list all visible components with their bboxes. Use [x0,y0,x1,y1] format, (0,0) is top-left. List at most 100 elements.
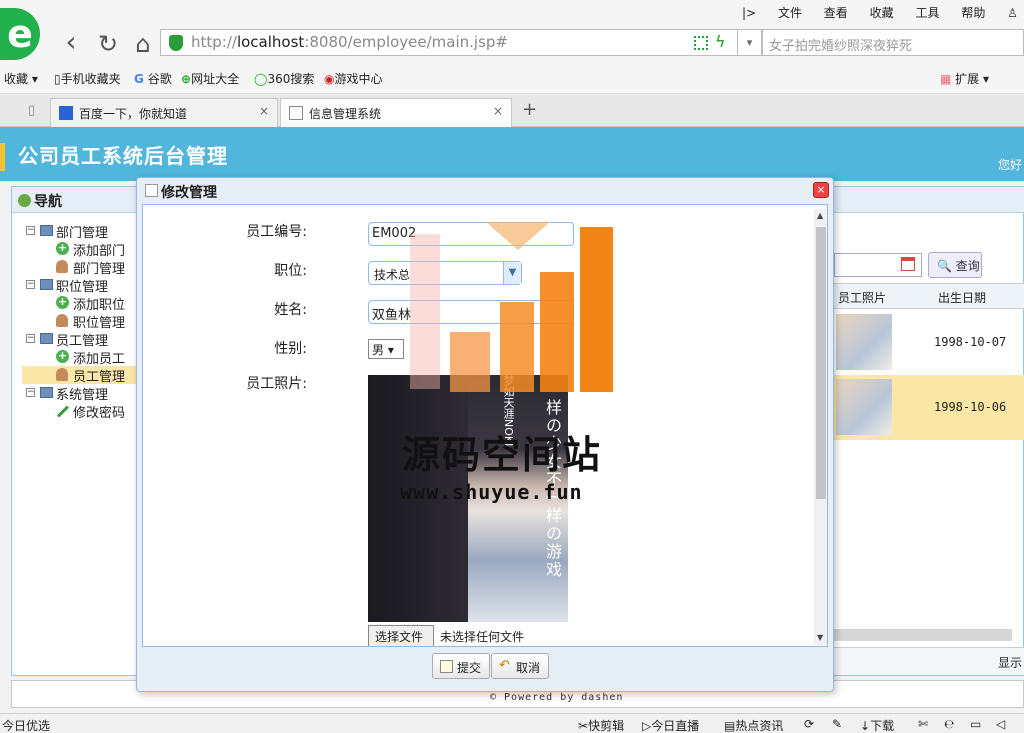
emp-no-label: 员工编号: [246,224,307,240]
bookmark-sites[interactable]: ⊕网址大全 [181,70,239,87]
refresh-icon[interactable]: ↻ [93,30,123,58]
bookmark-favorites[interactable]: 收藏 ▾ [4,70,38,87]
search-input[interactable]: 女子拍完婚纱照深夜猝死 [762,29,1024,56]
menu-favorites[interactable]: 收藏 [870,6,894,20]
status-quick-edit[interactable]: ✂快剪辑 [578,717,624,733]
position-label: 职位: [274,263,307,279]
emp-no-input[interactable]: EM002 [368,222,574,246]
edit-icon [440,660,453,673]
pin-icon[interactable]: ✎ [832,717,842,731]
scroll-up-icon[interactable]: ▲ [817,211,823,220]
back-arrow-icon[interactable]: ‹ [56,28,86,56]
nav-item[interactable]: 修改密码 [22,402,136,421]
tree-toggle-icon[interactable]: − [26,388,35,397]
menu-view[interactable]: 查看 [824,6,848,20]
computer-icon [40,387,53,398]
bookmarks-bar: 收藏 ▾ ▯手机收藏夹 G 谷歌 ⊕网址大全 ◯360搜索 ◉游戏中心 ▦ 扩展… [0,64,1024,94]
status-download[interactable]: ↓下载 [860,717,894,733]
nav-item[interactable]: 员工管理 [22,366,136,385]
address-bar[interactable]: http://localhost:8080/employee/main.jsp#… [160,29,738,56]
calendar-icon[interactable] [901,257,915,271]
collapse-handle[interactable] [0,143,5,171]
nav-item[interactable]: + 添加部门 [22,240,136,259]
refresh-icon[interactable]: ⟳ [804,717,814,731]
window-icon[interactable]: ▭ [970,717,981,731]
dialog-title[interactable]: 修改管理 [145,182,217,202]
menu-tools[interactable]: 工具 [915,6,939,20]
add-icon: + [56,349,69,363]
status-daily-picks[interactable]: 今日优选 [2,717,50,733]
dialog-close-button[interactable]: × [813,182,829,198]
bookmark-360search[interactable]: ◯360搜索 [254,70,314,87]
app-header: 公司员工系统后台管理 您好 [0,127,1024,181]
bookmark-games[interactable]: ◉游戏中心 [324,70,383,87]
menu-file[interactable]: 文件 [778,6,802,20]
chevron-down-icon[interactable]: ▼ [503,262,521,284]
home-icon[interactable]: ⌂ [128,30,158,58]
table-row[interactable]: 1998-10-07 [834,310,1024,375]
nav-label: 部门管理 [56,226,109,241]
horizontal-scrollbar[interactable] [834,629,1012,641]
tree-toggle-icon[interactable]: − [26,280,35,289]
url-text[interactable]: http://localhost:8080/employee/main.jsp# [191,33,508,51]
tab-info-system[interactable]: 信息管理系统 × [280,98,512,128]
date-search-input[interactable] [834,253,922,277]
nav-item[interactable]: + 添加职位 [22,294,136,313]
security-shield-icon [169,35,183,51]
gender-select[interactable]: 男 ▾ [368,339,404,359]
nav-item[interactable]: 职位管理 [22,312,136,331]
nav-label: 添加员工 [73,352,126,367]
bookmark-google[interactable]: G 谷歌 [134,70,172,87]
extensions-menu[interactable]: ▦ 扩展 ▾ [940,70,989,87]
address-dropdown-icon[interactable]: ▾ [738,29,762,56]
baidu-paw-icon [59,106,73,120]
tab-close-icon[interactable]: × [493,104,503,118]
tree-toggle-icon[interactable]: − [26,334,35,343]
cancel-button[interactable]: ↶ 取消 [491,653,550,679]
scroll-thumb[interactable] [816,227,826,499]
menu-help[interactable]: 帮助 [961,6,985,20]
column-photo[interactable]: 员工照片 [838,289,886,306]
bookmark-mobile[interactable]: ▯手机收藏夹 [54,70,121,87]
nav-item[interactable]: + 添加员工 [22,348,136,367]
tab-baidu[interactable]: 百度一下，你就知道 × [50,98,278,127]
choose-file-button[interactable]: 选择文件 [368,625,434,646]
new-tab-button[interactable]: + [522,99,537,120]
submit-button[interactable]: 提交 [432,653,491,679]
phone-icon[interactable]: ▯ [28,103,35,118]
nav-item[interactable]: 部门管理 [22,258,136,277]
scroll-down-icon[interactable]: ▼ [817,633,823,642]
tab-close-icon[interactable]: × [259,104,269,118]
user-icon [56,260,68,273]
sound-icon[interactable]: ◁ [996,717,1005,731]
name-input[interactable]: 双鱼林 [368,300,574,324]
nav-label: 职位管理 [56,280,109,295]
pencil-icon [56,405,70,418]
column-dob[interactable]: 出生日期 [938,289,986,306]
qr-code-icon[interactable] [694,36,708,50]
status-news[interactable]: ▤热点资讯 [724,717,783,733]
powered-by-text: © Powered by dashen [490,692,624,703]
tree-toggle-icon[interactable]: − [26,226,35,235]
photo-label: 员工照片: [246,376,307,392]
tab-bar: ▯ 百度一下，你就知道 × 信息管理系统 × + [0,95,1024,128]
computer-icon [40,333,53,344]
dialog-vertical-scrollbar[interactable]: ▲ ▼ [814,209,827,645]
speed-mode-icon[interactable]: ϟ [715,32,726,51]
shirt-icon[interactable]: ♙ [1007,6,1018,20]
name-label: 姓名: [274,302,307,318]
browser-menu: |> 文件 查看 收藏 工具 帮助 ♙ [742,4,1024,21]
status-live[interactable]: ▷今日直播 [642,717,699,733]
nav-globe-icon [18,194,31,207]
dob-cell: 1998-10-07 [934,335,1007,349]
undo-arrow-icon: ↶ [499,658,510,673]
user-icon [56,314,68,327]
position-select[interactable]: 技术总 ▼ [368,261,522,285]
dialog-form: 员工编号: EM002 职位: 技术总 ▼ 姓名: 双鱼林 性别: 男 ▾ 员工… [142,204,828,647]
ie-icon[interactable]: ℮ [944,717,954,731]
table-row[interactable]: 1998-10-06 [834,375,1024,440]
screenshot-icon[interactable]: ✄ [918,717,928,731]
menu-sidebar-toggle[interactable]: |> [742,6,756,20]
file-status-text: 未选择任何文件 [440,630,525,644]
query-button[interactable]: 🔍 查询 [928,252,982,278]
